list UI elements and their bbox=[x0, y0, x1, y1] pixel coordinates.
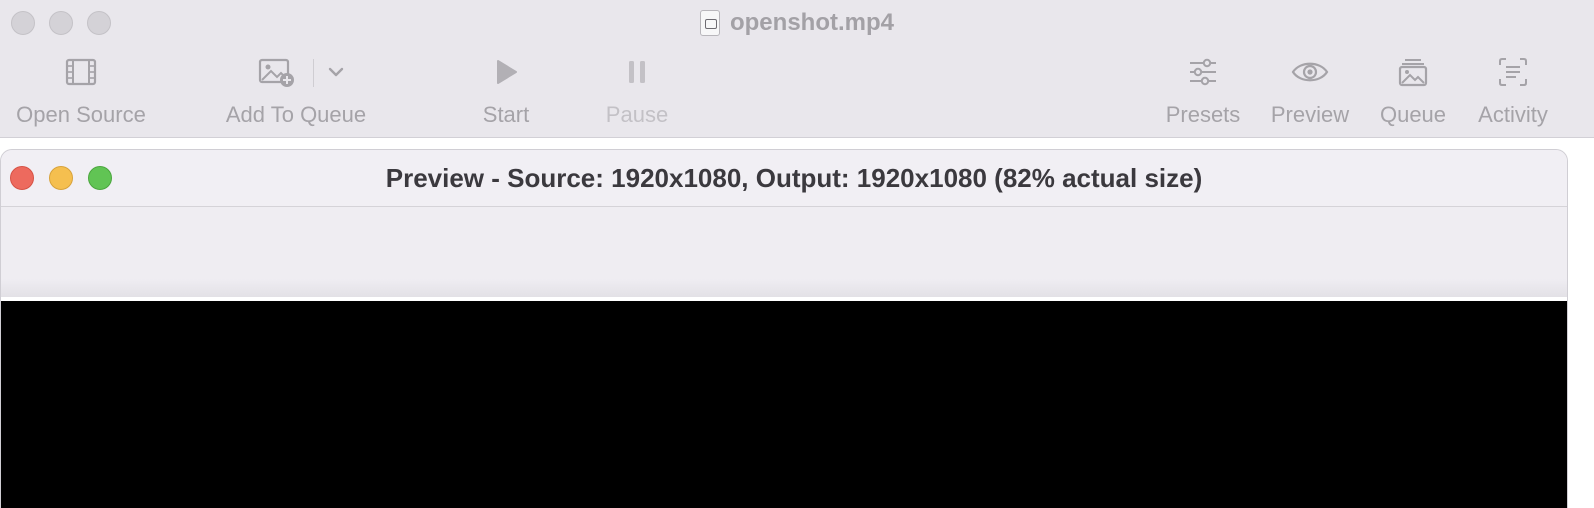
queue-label: Queue bbox=[1379, 102, 1447, 127]
activity-label: Activity bbox=[1478, 102, 1548, 127]
preview-label: Preview bbox=[1270, 102, 1350, 127]
presets-label: Presets bbox=[1165, 102, 1241, 127]
preview-window: Preview - Source: 1920x1080, Output: 192… bbox=[0, 149, 1568, 508]
activity-icon bbox=[1498, 52, 1528, 92]
add-to-queue-button[interactable]: Add To Queue bbox=[220, 52, 372, 132]
add-to-queue-label: Add To Queue bbox=[225, 102, 367, 127]
preview-titlebar: Preview - Source: 1920x1080, Output: 192… bbox=[1, 150, 1567, 207]
open-source-label: Open Source bbox=[16, 102, 146, 127]
start-button[interactable]: Start bbox=[470, 52, 542, 132]
pause-label: Pause bbox=[605, 102, 669, 127]
activity-button[interactable]: Activity bbox=[1470, 52, 1556, 132]
image-add-icon bbox=[258, 58, 294, 87]
start-label: Start bbox=[482, 102, 530, 127]
toolbar-divider bbox=[313, 59, 314, 87]
queue-button[interactable]: Queue bbox=[1374, 52, 1452, 132]
open-source-button[interactable]: Open Source bbox=[10, 52, 152, 132]
pause-button[interactable]: Pause bbox=[600, 52, 674, 132]
presets-button[interactable]: Presets bbox=[1160, 52, 1246, 132]
sliders-icon bbox=[1188, 52, 1218, 92]
window-title-bar: openshot.mp4 bbox=[0, 6, 1594, 40]
film-icon bbox=[65, 52, 97, 92]
video-preview[interactable] bbox=[1, 301, 1567, 508]
queue-icon bbox=[1398, 52, 1428, 92]
preview-toolbar-area bbox=[1, 207, 1567, 297]
pause-icon bbox=[627, 52, 647, 92]
document-icon bbox=[699, 10, 720, 36]
add-to-queue-icons bbox=[220, 52, 372, 92]
preview-button[interactable]: Preview bbox=[1266, 52, 1354, 132]
window-title: openshot.mp4 bbox=[729, 9, 894, 36]
eye-icon bbox=[1291, 52, 1329, 92]
screen: openshot.mp4 Open Source Add To Queue St… bbox=[0, 0, 1594, 508]
play-icon bbox=[494, 52, 518, 92]
main-window: openshot.mp4 Open Source Add To Queue St… bbox=[0, 0, 1594, 138]
chevron-down-icon[interactable] bbox=[328, 66, 344, 78]
preview-title: Preview - Source: 1920x1080, Output: 192… bbox=[385, 162, 1203, 193]
